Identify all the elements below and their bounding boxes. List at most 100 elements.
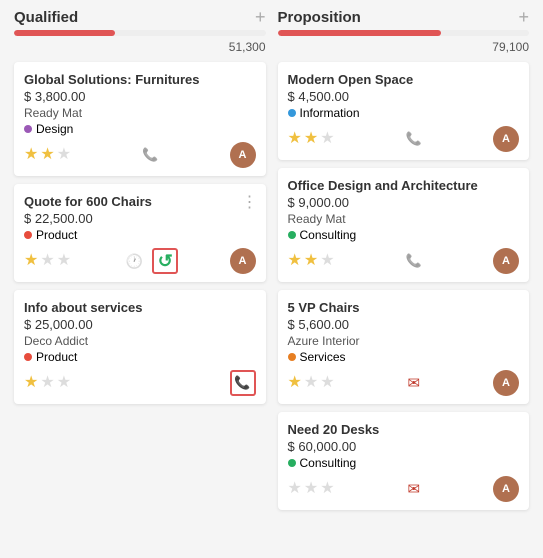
avatar: A [493, 370, 519, 396]
star-icon[interactable]: ★ [320, 375, 334, 391]
star-icon[interactable]: ★ [320, 253, 334, 269]
card-company: Ready Mat [24, 106, 256, 120]
card-card3[interactable]: Info about services$ 25,000.00Deco Addic… [14, 290, 266, 404]
star-icon[interactable]: ★ [320, 481, 334, 497]
star-icon[interactable]: ★ [40, 253, 54, 269]
card-amount: $ 25,000.00 [24, 317, 256, 332]
tag-label: Product [36, 350, 77, 364]
progress-bar-proposition [278, 30, 530, 36]
star-icon[interactable]: ★ [304, 131, 318, 147]
phone-icon[interactable]: 📞 [402, 127, 426, 151]
card-footer: ★★★📞A [288, 126, 520, 152]
card-card6[interactable]: 5 VP Chairs $ 5,600.00 Azure Interior Servi… [278, 290, 530, 404]
tag-dot [288, 109, 296, 117]
card-amount: $ 4,500.00 [288, 89, 520, 104]
column-title-proposition: Proposition [278, 9, 361, 26]
star-icon[interactable]: ★ [304, 253, 318, 269]
email-icon[interactable]: ✉ [402, 477, 426, 501]
star-icon[interactable]: ★ [288, 131, 302, 147]
phone-icon[interactable]: 📞 [138, 143, 162, 167]
card-card7[interactable]: Need 20 Desks$ 60,000.00Consulting★★★✉A [278, 412, 530, 510]
tag-label: Consulting [300, 228, 357, 242]
star-icon[interactable]: ★ [288, 375, 302, 391]
card-tag: Product [24, 228, 256, 242]
card-stars: ★★★ [24, 253, 71, 269]
card-footer: ★★★🕐↺A [24, 248, 256, 274]
card-company: Azure Interior [288, 334, 520, 348]
card-tag: Information [288, 106, 520, 120]
avatar: A [493, 126, 519, 152]
tag-dot [24, 353, 32, 361]
add-card-button-proposition[interactable]: + [518, 8, 529, 26]
star-icon[interactable]: ★ [40, 147, 54, 163]
star-icon[interactable]: ★ [304, 481, 318, 497]
star-icon[interactable]: ★ [57, 253, 71, 269]
card-tag: Consulting [288, 228, 520, 242]
column-total-qualified: 51,300 [14, 40, 266, 54]
column-header-qualified: Qualified + [14, 8, 266, 26]
card-amount: $ 60,000.00 [288, 439, 520, 454]
column-header-proposition: Proposition + [278, 8, 530, 26]
tag-label: Services [300, 350, 346, 364]
column-total-proposition: 79,100 [278, 40, 530, 54]
card-title: 5 VP Chairs [288, 300, 520, 315]
phone-icon[interactable]: 📞 [230, 370, 256, 396]
card-tag: Consulting [288, 456, 520, 470]
card-stars: ★★★ [288, 131, 335, 147]
card-action-icons: 📞 [230, 370, 256, 396]
clock-icon[interactable]: 🕐 [122, 249, 146, 273]
column-qualified: Qualified +51,300 Global Solutions: Furnit… [8, 8, 272, 518]
star-icon[interactable]: ★ [57, 147, 71, 163]
column-proposition: Proposition +79,100 Modern Open Space $ 4,5… [272, 8, 536, 518]
card-card2[interactable]: ⋮Quote for 600 Chairs $ 22,500.00 Product ★… [14, 184, 266, 282]
card-menu-icon[interactable]: ⋮ [242, 192, 258, 212]
card-action-icons: ✉ [402, 477, 426, 501]
star-icon[interactable]: ★ [288, 253, 302, 269]
tag-label: Consulting [300, 456, 357, 470]
card-amount: $ 5,600.00 [288, 317, 520, 332]
add-card-button-qualified[interactable]: + [255, 8, 266, 26]
tag-dot [24, 231, 32, 239]
star-icon[interactable]: ★ [304, 375, 318, 391]
card-amount: $ 3,800.00 [24, 89, 256, 104]
column-title-qualified: Qualified [14, 9, 78, 26]
email-icon[interactable]: ✉ [402, 371, 426, 395]
card-title: Modern Open Space [288, 72, 520, 87]
card-title: Info about services [24, 300, 256, 315]
card-title: Quote for 600 Chairs [24, 194, 256, 209]
card-footer: ★★★✉A [288, 370, 520, 396]
activity-icon[interactable]: ↺ [152, 248, 178, 274]
star-icon[interactable]: ★ [320, 131, 334, 147]
star-icon[interactable]: ★ [288, 481, 302, 497]
tag-label: Information [300, 106, 360, 120]
card-card5[interactable]: Office Design and Architecture$ 9,000.00… [278, 168, 530, 282]
card-action-icons: ✉ [402, 371, 426, 395]
card-stars: ★★★ [288, 375, 335, 391]
progress-bar-qualified [14, 30, 266, 36]
card-stars: ★★★ [288, 481, 335, 497]
card-action-icons: 📞 [402, 127, 426, 151]
card-action-icons: 🕐↺ [122, 248, 178, 274]
card-title: Need 20 Desks [288, 422, 520, 437]
star-icon[interactable]: ★ [24, 375, 38, 391]
card-tag: Design [24, 122, 256, 136]
avatar: A [230, 248, 256, 274]
card-title: Office Design and Architecture [288, 178, 520, 193]
tag-dot [288, 459, 296, 467]
tag-dot [24, 125, 32, 133]
avatar: A [230, 142, 256, 168]
card-card4[interactable]: Modern Open Space$ 4,500.00Information★★… [278, 62, 530, 160]
tag-label: Product [36, 228, 77, 242]
star-icon[interactable]: ★ [57, 375, 71, 391]
tag-dot [288, 353, 296, 361]
card-tag: Product [24, 350, 256, 364]
phone-icon[interactable]: 📞 [402, 249, 426, 273]
tag-dot [288, 231, 296, 239]
card-amount: $ 22,500.00 [24, 211, 256, 226]
card-footer: ★★★📞A [24, 142, 256, 168]
card-card1[interactable]: Global Solutions: Furnitures$ 3,800.00Re… [14, 62, 266, 176]
star-icon[interactable]: ★ [24, 253, 38, 269]
star-icon[interactable]: ★ [24, 147, 38, 163]
star-icon[interactable]: ★ [40, 375, 54, 391]
card-footer: ★★★📞 [24, 370, 256, 396]
